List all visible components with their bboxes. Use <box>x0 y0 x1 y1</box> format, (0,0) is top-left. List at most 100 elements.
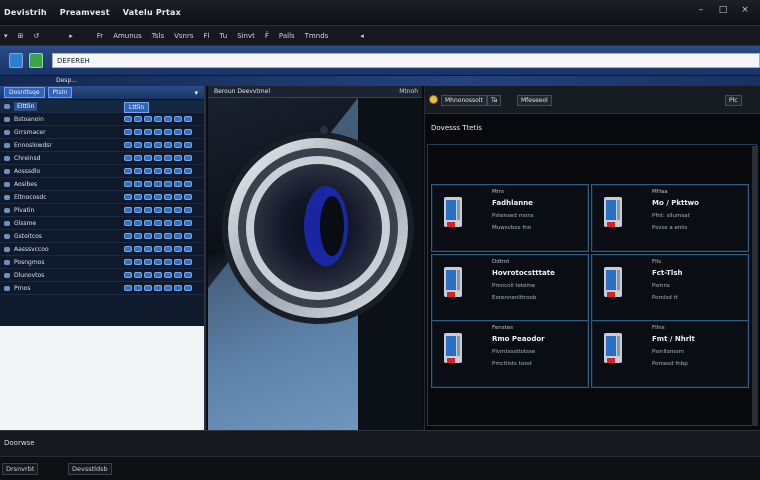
status-cell-icon[interactable] <box>124 207 132 213</box>
table-row[interactable]: Grrsmacer <box>0 126 204 139</box>
nav-back-button[interactable] <box>9 53 23 68</box>
table-row[interactable]: Glssme <box>0 217 204 230</box>
table-row[interactable]: Aosibes <box>0 178 204 191</box>
status-cell-icon[interactable] <box>164 116 172 122</box>
status-cell-icon[interactable] <box>134 207 142 213</box>
status-cell-icon[interactable] <box>164 194 172 200</box>
status-cell-icon[interactable] <box>154 233 162 239</box>
status-cell-icon[interactable] <box>154 181 162 187</box>
status-cell-icon[interactable] <box>134 181 142 187</box>
status-cell-icon[interactable] <box>154 207 162 213</box>
status-cell-icon[interactable] <box>184 181 192 187</box>
status-cell-icon[interactable] <box>144 233 152 239</box>
status-cell-icon[interactable] <box>124 155 132 161</box>
menu-item-vsnrs[interactable]: Vsnrs <box>174 32 193 40</box>
status-cell-icon[interactable] <box>124 220 132 226</box>
status-cell-icon[interactable] <box>134 220 142 226</box>
status-cell-icon[interactable] <box>184 246 192 252</box>
status-cell-icon[interactable] <box>144 129 152 135</box>
menu-item-f[interactable]: F̈ <box>265 32 269 40</box>
status-cell-icon[interactable] <box>154 285 162 291</box>
status-cell-icon[interactable] <box>154 272 162 278</box>
menu-item-refresh[interactable]: ↺ <box>33 32 39 40</box>
menu-item-tmnds[interactable]: Tmnds <box>305 32 329 40</box>
menu-item-grid[interactable]: ⊞ <box>18 32 24 40</box>
table-row[interactable]: Bstoanoin <box>0 113 204 126</box>
column-header-name[interactable]: Elttlin <box>14 101 38 111</box>
nav-forward-button[interactable] <box>29 53 43 68</box>
right-tab-1[interactable]: Mhnonossolt <box>441 95 487 106</box>
status-cell-icon[interactable] <box>124 272 132 278</box>
table-row[interactable]: Aosssdlo <box>0 165 204 178</box>
status-cell-icon[interactable] <box>164 246 172 252</box>
menu-item-play[interactable]: ▸ <box>69 32 73 40</box>
table-row[interactable]: Chreinsd <box>0 152 204 165</box>
status-cell-icon[interactable] <box>154 142 162 148</box>
menu-item-dropdown[interactable]: ▾ <box>4 32 8 40</box>
status-cell-icon[interactable] <box>144 246 152 252</box>
status-cell-icon[interactable] <box>144 207 152 213</box>
status-cell-icon[interactable] <box>154 155 162 161</box>
status-cell-icon[interactable] <box>124 246 132 252</box>
status-cell-icon[interactable] <box>124 233 132 239</box>
status-cell-icon[interactable] <box>144 272 152 278</box>
vertical-scrollbar[interactable] <box>752 146 758 426</box>
menu-item-palls[interactable]: Palls <box>279 32 295 40</box>
table-row[interactable]: Ennoslowdsr <box>0 139 204 152</box>
status-cell-icon[interactable] <box>164 181 172 187</box>
table-row[interactable]: Gstoitcos <box>0 230 204 243</box>
table-row[interactable]: Eltnocosdc <box>0 191 204 204</box>
status-cell-icon[interactable] <box>174 129 182 135</box>
status-cell-icon[interactable] <box>184 194 192 200</box>
status-cell-icon[interactable] <box>174 220 182 226</box>
status-cell-icon[interactable] <box>154 220 162 226</box>
status-cell-icon[interactable] <box>134 194 142 200</box>
status-cell-icon[interactable] <box>164 168 172 174</box>
column-header-values[interactable]: Lttlin <box>124 102 150 113</box>
menu-item-sinvt[interactable]: Sinvt <box>237 32 255 40</box>
chevron-down-icon[interactable]: ▾ <box>194 89 198 97</box>
status-cell-icon[interactable] <box>124 168 132 174</box>
status-cell-icon[interactable] <box>164 259 172 265</box>
status-cell-icon[interactable] <box>164 142 172 148</box>
table-row[interactable]: Dlunovtos <box>0 269 204 282</box>
menu-item-back[interactable]: ◂ <box>360 32 364 40</box>
status-cell-icon[interactable] <box>184 168 192 174</box>
menu-item-fr[interactable]: Fr <box>97 32 103 40</box>
status-cell-icon[interactable] <box>144 116 152 122</box>
status-cell-icon[interactable] <box>184 259 192 265</box>
status-cell-icon[interactable] <box>134 142 142 148</box>
right-tab-4[interactable]: Plc <box>725 95 742 106</box>
menu-item-tsls[interactable]: Tsls <box>152 32 164 40</box>
status-cell-icon[interactable] <box>134 155 142 161</box>
status-cell-icon[interactable] <box>144 155 152 161</box>
status-cell-icon[interactable] <box>144 259 152 265</box>
status-cell-icon[interactable] <box>124 285 132 291</box>
status-cell-icon[interactable] <box>144 194 152 200</box>
table-row[interactable]: Prnos <box>0 282 204 295</box>
status-cell-icon[interactable] <box>134 233 142 239</box>
status-cell-icon[interactable] <box>124 259 132 265</box>
right-tab-2[interactable]: Ta <box>487 95 502 106</box>
status-cell-icon[interactable] <box>164 272 172 278</box>
status-cell-icon[interactable] <box>124 116 132 122</box>
status-cell-icon[interactable] <box>134 272 142 278</box>
status-cell-icon[interactable] <box>184 207 192 213</box>
status-cell-icon[interactable] <box>154 246 162 252</box>
status-cell-icon[interactable] <box>154 129 162 135</box>
menu-item-fl[interactable]: Fl <box>204 32 210 40</box>
status-cell-icon[interactable] <box>184 142 192 148</box>
status-cell-icon[interactable] <box>134 116 142 122</box>
status-cell-icon[interactable] <box>144 285 152 291</box>
bottom-item-1[interactable]: Drsnvrbt <box>2 463 39 475</box>
status-cell-icon[interactable] <box>184 116 192 122</box>
status-cell-icon[interactable] <box>134 168 142 174</box>
status-cell-icon[interactable] <box>124 194 132 200</box>
device-card[interactable]: Flls Fct-Tlsh Psmns Pomlsd tt <box>591 254 749 322</box>
status-cell-icon[interactable] <box>174 142 182 148</box>
status-cell-icon[interactable] <box>164 233 172 239</box>
viewer-header-right[interactable]: Mtnoh <box>399 88 418 95</box>
table-row[interactable]: Posngmos <box>0 256 204 269</box>
status-cell-icon[interactable] <box>164 155 172 161</box>
bottom-item-2[interactable]: Devsstldsb <box>68 463 112 475</box>
